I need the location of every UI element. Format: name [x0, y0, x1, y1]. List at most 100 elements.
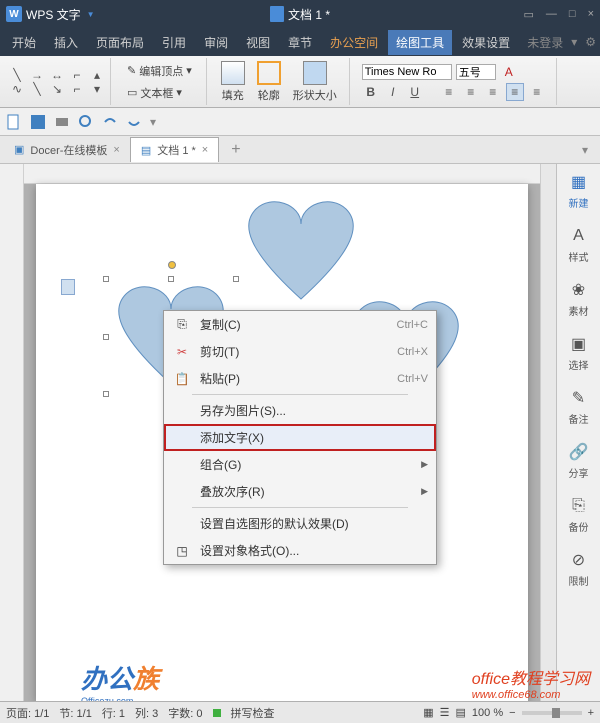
tab-document1[interactable]: ▤ 文档 1 * × [130, 137, 219, 162]
vertical-ruler[interactable] [0, 164, 24, 701]
arrow2-icon[interactable]: ↘ [50, 82, 64, 96]
ribbon-collapse-icon[interactable]: ▭ [524, 8, 534, 21]
rotation-handle[interactable] [168, 261, 176, 269]
menu-insert[interactable]: 插入 [46, 30, 86, 55]
status-zoom[interactable]: 100 % [472, 707, 503, 719]
menu-view[interactable]: 视图 [238, 30, 278, 55]
app-dropdown-icon[interactable]: ▼ [87, 10, 95, 19]
ctx-cut[interactable]: ✂ 剪切(T) Ctrl+X [164, 338, 436, 365]
menu-review[interactable]: 审阅 [196, 30, 236, 55]
font-size-select[interactable] [456, 64, 496, 80]
fill-button[interactable]: 填充 [215, 61, 251, 103]
status-words[interactable]: 字数: 0 [168, 705, 202, 721]
print-icon[interactable] [54, 114, 70, 130]
resize-handle-nw[interactable] [103, 276, 109, 282]
status-column[interactable]: 列: 3 [135, 705, 158, 721]
italic-button[interactable]: I [384, 83, 402, 101]
redo-icon[interactable] [126, 114, 142, 130]
resize-handle-n[interactable] [168, 276, 174, 282]
ctx-paste[interactable]: 📋 粘贴(P) Ctrl+V [164, 365, 436, 392]
menu-drawing-tools[interactable]: 绘图工具 [388, 30, 452, 55]
settings-icon[interactable]: ⚙ [585, 35, 596, 49]
panel-backup[interactable]: ⎘ 备份 [569, 496, 589, 534]
menu-effects[interactable]: 效果设置 [454, 30, 518, 55]
arrow-icon[interactable]: → [30, 68, 44, 82]
double-arrow-icon[interactable]: ↔ [50, 68, 64, 82]
zoom-out-button[interactable]: − [509, 707, 515, 719]
align-justify-button[interactable]: ≡ [506, 83, 524, 101]
ctx-save-as-image[interactable]: 另存为图片(S)... [164, 397, 436, 424]
bold-button[interactable]: B [362, 83, 380, 101]
menu-layout[interactable]: 页面布局 [88, 30, 152, 55]
more-shapes-down-icon[interactable]: ▾ [90, 82, 104, 96]
panel-material[interactable]: ❀ 素材 [569, 280, 589, 318]
zoom-in-button[interactable]: + [588, 707, 594, 719]
panel-select[interactable]: ▣ 选择 [569, 334, 589, 372]
edit-vertices-button[interactable]: ✎ 编辑顶点 ▾ [123, 61, 196, 81]
status-line[interactable]: 行: 1 [102, 705, 125, 721]
vertical-scrollbar[interactable] [540, 164, 556, 701]
font-color-button[interactable]: A [500, 63, 518, 81]
font-name-select[interactable] [362, 64, 452, 80]
tab-docer[interactable]: ▣ Docer-在线模板 × [4, 138, 130, 162]
save-icon[interactable] [30, 114, 46, 130]
tab-close-icon[interactable]: × [113, 144, 119, 156]
preview-icon[interactable] [78, 114, 94, 130]
tab-close-icon[interactable]: × [202, 144, 208, 156]
resize-handle-w[interactable] [103, 334, 109, 340]
app-name-group[interactable]: W WPS 文字 ▼ [6, 6, 95, 23]
panel-share[interactable]: 🔗 分享 [569, 442, 589, 480]
connector-icon[interactable]: ⌐ [70, 68, 84, 82]
align-distribute-button[interactable]: ≡ [528, 83, 546, 101]
ctx-format-object[interactable]: ◳ 设置对象格式(O)... [164, 537, 436, 564]
resize-handle-sw[interactable] [103, 391, 109, 397]
ctx-set-default[interactable]: 设置自选图形的默认效果(D) [164, 510, 436, 537]
undo-icon[interactable] [102, 114, 118, 130]
textbox-button[interactable]: ▭ 文本框 ▾ [123, 83, 196, 103]
align-left-button[interactable]: ≡ [440, 83, 458, 101]
connector2-icon[interactable]: ⌐ [70, 82, 84, 96]
ctx-order[interactable]: 叠放次序(R) ▶ [164, 478, 436, 505]
panel-note[interactable]: ✎ 备注 [569, 388, 589, 426]
zoom-slider[interactable] [522, 711, 582, 715]
restrict-icon: ⊘ [569, 550, 589, 570]
menu-reference[interactable]: 引用 [154, 30, 194, 55]
add-tab-button[interactable]: + [223, 141, 248, 159]
align-center-button[interactable]: ≡ [462, 83, 480, 101]
view-print-icon[interactable]: ▦ [423, 706, 433, 719]
menu-chapter[interactable]: 章节 [280, 30, 320, 55]
status-section[interactable]: 节: 1/1 [59, 705, 91, 721]
outline-button[interactable]: 轮廓 [251, 61, 287, 103]
panel-style[interactable]: A 样式 [569, 226, 589, 264]
new-doc-icon[interactable] [6, 114, 22, 130]
line2-icon[interactable]: ╲ [30, 82, 44, 96]
status-page[interactable]: 页面: 1/1 [6, 705, 49, 721]
ctx-add-text[interactable]: 添加文字(X) [164, 424, 436, 451]
curve-icon[interactable]: ∿ [10, 82, 24, 96]
ctx-group[interactable]: 组合(G) ▶ [164, 451, 436, 478]
menu-start[interactable]: 开始 [4, 30, 44, 55]
maximize-button[interactable]: □ [569, 8, 576, 21]
minimize-button[interactable]: — [546, 8, 557, 21]
resize-handle-ne[interactable] [233, 276, 239, 282]
heart-shape-1[interactable] [236, 194, 366, 309]
qa-dropdown-icon[interactable]: ▾ [150, 115, 156, 129]
panel-restrict[interactable]: ⊘ 限制 [569, 550, 589, 588]
shapes-gallery[interactable]: ╲ → ↔ ⌐ ▴ ∿ ╲ ↘ ⌐ ▾ [4, 58, 111, 105]
login-dropdown-icon[interactable]: ▾ [571, 35, 577, 49]
menu-office-space[interactable]: 办公空间 [322, 30, 386, 55]
underline-button[interactable]: U [406, 83, 424, 101]
align-right-button[interactable]: ≡ [484, 83, 502, 101]
login-status[interactable]: 未登录 [527, 34, 563, 51]
status-spellcheck[interactable]: 拼写检查 [231, 705, 275, 721]
ctx-copy[interactable]: ⎘ 复制(C) Ctrl+C [164, 311, 436, 338]
more-shapes-up-icon[interactable]: ▴ [90, 68, 104, 82]
close-button[interactable]: × [588, 8, 594, 21]
panel-new[interactable]: ▦ 新建 [569, 172, 589, 210]
tab-list-button[interactable]: ▾ [574, 143, 596, 157]
view-outline-icon[interactable]: ☰ [440, 706, 450, 719]
shape-size-button[interactable]: 形状大小 [287, 61, 343, 103]
horizontal-ruler[interactable] [24, 164, 540, 184]
view-web-icon[interactable]: ▤ [456, 706, 466, 719]
line-icon[interactable]: ╲ [10, 68, 24, 82]
